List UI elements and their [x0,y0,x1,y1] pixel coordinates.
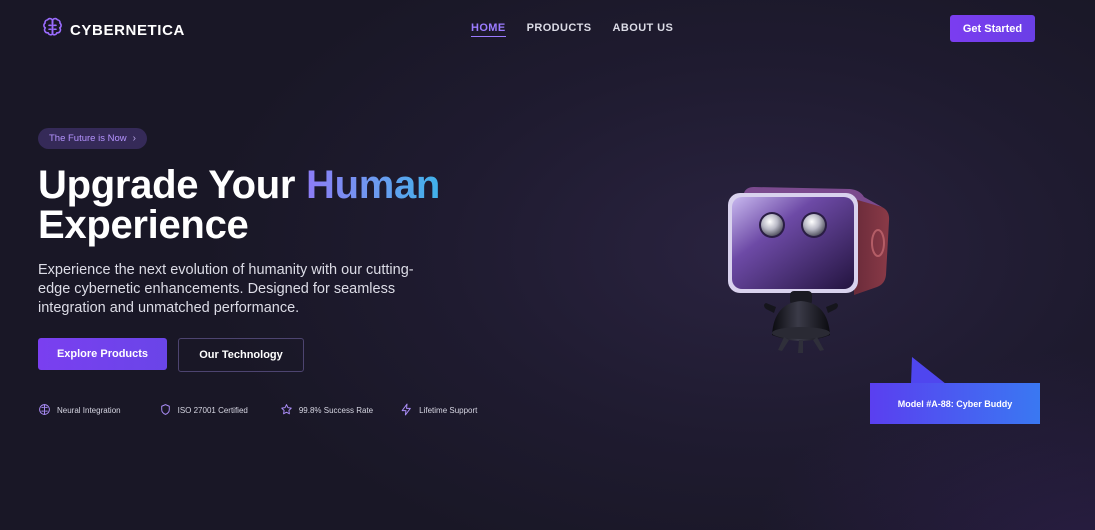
hero-description: Experience the next evolution of humanit… [38,262,414,316]
callout-pointer [911,357,946,384]
nav-link-home[interactable]: HOME [471,21,506,37]
feature-label: 99.8% Success Rate [298,406,374,415]
badge-label: The Future is Now [49,133,127,144]
lightning-icon [400,403,413,418]
hero-title: Upgrade Your Human Experience [38,165,440,245]
our-technology-button[interactable]: Our Technology [178,338,304,372]
robot-illustration [722,185,897,355]
chevron-right-icon: › [132,133,136,144]
hero-title-accent: Human [306,163,441,207]
feature-list: Neural Integration ISO 27001 Certified 9… [38,403,477,418]
feature-label: Neural Integration [57,406,121,415]
feature-item: ISO 27001 Certified [159,403,248,418]
hero-title-plain: Upgrade Your [38,163,306,207]
logo[interactable]: CYBERNETICA [42,17,185,43]
feature-item: Neural Integration [38,403,121,418]
brain-icon [38,403,51,418]
get-started-button[interactable]: Get Started [950,15,1035,42]
explore-products-button[interactable]: Explore Products [38,338,167,370]
product-callout: Model #A-88: Cyber Buddy [870,383,1040,424]
nav-links: HOME PRODUCTS ABOUT US [471,21,673,37]
feature-label: ISO 27001 Certified [177,406,248,415]
feature-item: 99.8% Success Rate [280,403,373,418]
announcement-badge[interactable]: The Future is Now › [38,128,147,149]
brain-icon [42,17,63,43]
shield-icon [159,403,172,418]
top-nav: CYBERNETICA HOME PRODUCTS ABOUT US Get S… [0,0,1095,56]
nav-link-products[interactable]: PRODUCTS [527,21,592,37]
brand-name: CYBERNETICA [70,21,185,39]
hero-title-line2: Experience [38,203,249,247]
star-icon [280,403,293,418]
nav-link-about-us[interactable]: ABOUT US [613,21,674,37]
feature-label: Lifetime Support [419,406,478,415]
feature-item: Lifetime Support [400,403,477,418]
